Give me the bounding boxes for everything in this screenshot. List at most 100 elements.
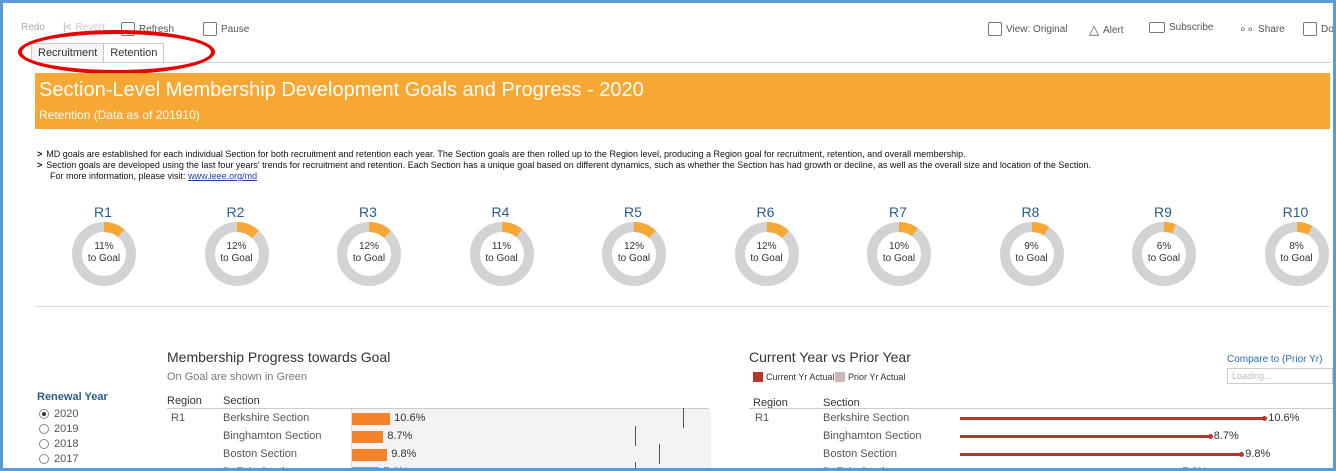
donut-center-text: 10% to Goal bbox=[866, 241, 932, 265]
cy-row-section[interactable]: Binghamton Section bbox=[823, 430, 921, 442]
highlight-annotation bbox=[18, 30, 215, 74]
mp-row-section[interactable]: Buffalo Section bbox=[223, 466, 297, 468]
donut-pct: 10% bbox=[888, 241, 909, 252]
region-label: R8 bbox=[1021, 204, 1040, 220]
region-label: R3 bbox=[359, 204, 377, 220]
region-label: R4 bbox=[491, 204, 510, 220]
share-icon: ∘∘ bbox=[1239, 22, 1255, 36]
cy-row-section[interactable]: Buffalo Section bbox=[823, 466, 897, 468]
donut-pct: 12% bbox=[226, 241, 247, 252]
donut-center-text: 12% to Goal bbox=[601, 241, 667, 265]
dashboard-window: Redo |< Revert Refresh Pause View: Origin… bbox=[0, 0, 1336, 471]
mp-col-section: Section bbox=[223, 395, 260, 407]
bell-icon: △ bbox=[1089, 22, 1099, 37]
region-label: R5 bbox=[624, 204, 642, 220]
donut-center-text: 12% to Goal bbox=[734, 241, 800, 265]
cy-value-label: 8.7% bbox=[1213, 430, 1239, 442]
mp-goal-marker bbox=[635, 426, 636, 446]
radio-icon bbox=[39, 424, 49, 434]
compare-dropdown[interactable]: Loading... bbox=[1227, 368, 1333, 384]
mp-progress-bar[interactable] bbox=[352, 413, 391, 425]
cy-current-dot[interactable] bbox=[1262, 416, 1268, 421]
md-link[interactable]: www.ieee.org/md bbox=[188, 171, 257, 181]
donut-pct: 12% bbox=[358, 241, 379, 252]
donut-pct: 11% bbox=[491, 241, 512, 252]
donut-caption: to Goal bbox=[485, 253, 518, 264]
cy-header-rule bbox=[749, 408, 1333, 409]
chart-icon bbox=[988, 22, 1002, 36]
renewal-year-2018[interactable]: 2018 bbox=[39, 438, 78, 450]
mp-value-label: 9.8% bbox=[391, 448, 417, 460]
mp-value-label: 10.6% bbox=[394, 412, 426, 424]
donut-caption: to Goal bbox=[1015, 253, 1048, 264]
page-title: Section-Level Membership Development Goa… bbox=[39, 79, 644, 101]
alert-button[interactable]: △ Alert bbox=[1089, 22, 1124, 38]
renewal-year-label: 2019 bbox=[54, 423, 79, 435]
cy-current-line[interactable] bbox=[960, 453, 1242, 456]
revert-icon: |< bbox=[63, 22, 72, 33]
donut-caption: to Goal bbox=[1280, 253, 1313, 264]
region-label: R6 bbox=[756, 204, 775, 220]
info-line-1: > MD goals are established for each indiv… bbox=[37, 149, 966, 159]
donut-pct: 8% bbox=[1289, 241, 1304, 252]
renewal-year-2019[interactable]: 2019 bbox=[39, 423, 78, 435]
cy-current-dot[interactable] bbox=[1207, 434, 1213, 439]
mp-row-region: R1 bbox=[171, 412, 186, 424]
region-label: R9 bbox=[1154, 204, 1172, 220]
share-button[interactable]: ∘∘ Share bbox=[1239, 22, 1285, 36]
renewal-year-2020[interactable]: 2020 bbox=[39, 408, 78, 420]
renewal-year-label: 2018 bbox=[54, 438, 79, 450]
section-divider bbox=[35, 306, 1330, 307]
mp-goal-marker bbox=[683, 408, 684, 428]
info-line-2: > Section goals are developed using the l… bbox=[37, 160, 1091, 170]
membership-progress-subtitle: On Goal are shown in Green bbox=[167, 371, 308, 383]
subscribe-button[interactable]: Subscribe bbox=[1149, 22, 1213, 33]
donut-center-text: 11% to Goal bbox=[71, 241, 137, 265]
legend-prior-swatch bbox=[835, 372, 845, 382]
mp-value-label: 8.7% bbox=[387, 430, 413, 442]
cy-row-section[interactable]: Berkshire Section bbox=[823, 412, 909, 424]
legend-prior[interactable]: Prior Yr Actual bbox=[835, 372, 905, 382]
info-line-3: For more information, please visit: www.… bbox=[50, 171, 258, 181]
donut-pct: 6% bbox=[1156, 241, 1172, 252]
mp-progress-bar[interactable] bbox=[352, 467, 380, 468]
pause-button[interactable]: Pause bbox=[203, 22, 249, 36]
download-button[interactable]: Do bbox=[1303, 22, 1333, 36]
donut-center-text: 8% to Goal bbox=[1264, 241, 1330, 265]
mp-progress-bar[interactable] bbox=[352, 449, 388, 461]
redo-button[interactable]: Redo bbox=[21, 22, 45, 33]
cy-row-region: R1 bbox=[755, 412, 770, 424]
region-label: R7 bbox=[889, 204, 907, 220]
download-icon bbox=[1303, 22, 1317, 36]
view-original-button[interactable]: View: Original bbox=[988, 22, 1068, 36]
region-label: R2 bbox=[226, 204, 245, 220]
renewal-year-2017[interactable]: 2017 bbox=[39, 453, 78, 465]
compare-label: Compare to (Prior Yr) bbox=[1227, 354, 1323, 365]
donut-pct: 12% bbox=[623, 241, 644, 252]
donut-caption: to Goal bbox=[220, 253, 253, 264]
region-goal-donuts: R1 11% to Goal R2 12% to Goal R3 12% to Goal R4 11… bbox=[3, 203, 1333, 303]
tabs-divider bbox=[31, 62, 1331, 63]
cy-current-dot[interactable] bbox=[1239, 452, 1245, 457]
mp-progress-bar[interactable] bbox=[352, 431, 384, 443]
cy-value-label: 9.8% bbox=[1245, 448, 1271, 460]
donut-pct: 11% bbox=[94, 241, 114, 252]
mp-row-section[interactable]: Binghamton Section bbox=[223, 430, 321, 442]
donut-pct: 12% bbox=[756, 241, 777, 252]
cy-row-section[interactable]: Boston Section bbox=[823, 448, 897, 460]
radio-icon bbox=[39, 409, 49, 419]
mp-row-section[interactable]: Berkshire Section bbox=[223, 412, 309, 424]
legend-current[interactable]: Current Yr Actual bbox=[753, 372, 834, 382]
legend-current-swatch bbox=[753, 372, 763, 382]
donut-caption: to Goal bbox=[617, 253, 651, 264]
donut-caption: to Goal bbox=[1147, 253, 1181, 264]
mp-value-label: 7.6% bbox=[383, 466, 408, 468]
header-banner: Section-Level Membership Development Goa… bbox=[35, 73, 1330, 129]
renewal-year-label: 2020 bbox=[54, 408, 79, 420]
renewal-year-label: 2017 bbox=[54, 453, 79, 465]
mp-row-section[interactable]: Boston Section bbox=[223, 448, 297, 460]
cy-current-line[interactable] bbox=[960, 435, 1210, 438]
cy-current-line[interactable] bbox=[960, 417, 1265, 420]
radio-icon bbox=[39, 439, 49, 449]
pause-icon bbox=[203, 22, 217, 36]
